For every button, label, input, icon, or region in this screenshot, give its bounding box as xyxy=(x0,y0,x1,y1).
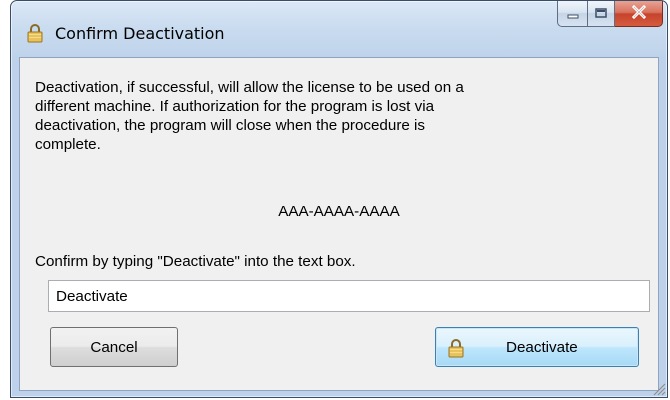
cancel-button[interactable]: Cancel xyxy=(50,327,178,367)
close-button[interactable] xyxy=(615,1,663,27)
lock-icon xyxy=(25,23,45,43)
confirm-instruction: Confirm by typing "Deactivate" into the … xyxy=(35,253,356,270)
maximize-icon xyxy=(594,4,608,23)
window-title: Confirm Deactivation xyxy=(55,24,225,43)
minimize-button[interactable] xyxy=(557,1,587,27)
cancel-button-label: Cancel xyxy=(90,338,138,356)
resize-grip-icon[interactable] xyxy=(650,380,666,396)
deactivate-button-label: Deactivate xyxy=(506,339,578,356)
confirm-text-box[interactable] xyxy=(48,280,650,312)
maximize-button[interactable] xyxy=(587,1,615,27)
minimize-icon xyxy=(566,4,580,23)
license-code: AAA-AAAA-AAAA xyxy=(278,203,400,220)
lock-icon xyxy=(446,338,466,358)
deactivate-button[interactable]: Deactivate xyxy=(435,327,639,367)
title-bar[interactable]: Confirm Deactivation xyxy=(11,1,667,57)
close-icon xyxy=(631,4,647,23)
confirm-input[interactable] xyxy=(49,281,649,311)
deactivation-message: Deactivation, if successful, will allow … xyxy=(35,79,464,153)
caption-buttons xyxy=(557,1,663,27)
